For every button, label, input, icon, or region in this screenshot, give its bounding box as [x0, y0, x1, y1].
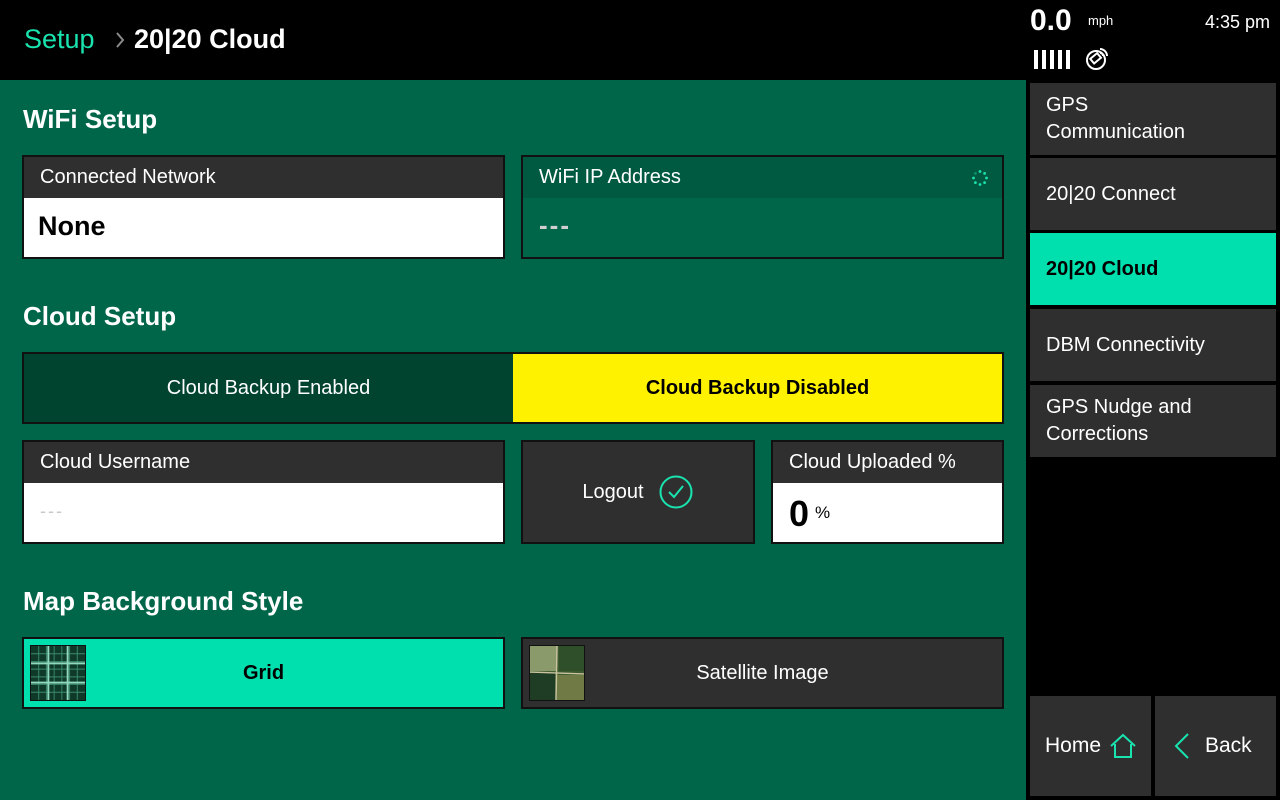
connected-network-value: None: [38, 211, 106, 241]
side-navigation: GPS Communication 20|20 Connect 20|20 Cl…: [1026, 80, 1280, 800]
back-button[interactable]: Back: [1155, 696, 1276, 796]
check-circle-icon: [659, 475, 693, 509]
cloud-uploaded-label: Cloud Uploaded %: [773, 442, 1002, 483]
wifi-ip-value: ---: [539, 210, 571, 240]
nav-label-line2: Corrections: [1046, 423, 1149, 445]
speed-value: 0.0: [1030, 4, 1072, 37]
logout-button[interactable]: Logout: [521, 440, 755, 544]
cloud-backup-enabled-button[interactable]: Cloud Backup Enabled: [24, 354, 513, 422]
map-satellite-label: Satellite Image: [696, 661, 829, 684]
loading-spinner-icon: [972, 170, 988, 186]
satellite-icon: [1086, 48, 1108, 70]
wifi-ip-field: WiFi IP Address ---: [521, 155, 1004, 259]
cloud-username-body[interactable]: ---: [24, 483, 503, 542]
status-area: 0.0 mph 4:35 pm: [1026, 0, 1280, 80]
cloud-uploaded-body: 0 %: [773, 483, 1002, 542]
cloud-backup-toggle: Cloud Backup Enabled Cloud Backup Disabl…: [22, 352, 1004, 424]
nav-label: DBM Connectivity: [1046, 333, 1205, 356]
page-title: 20|20 Cloud: [134, 24, 286, 54]
home-button[interactable]: Home: [1030, 696, 1151, 796]
wifi-ip-label: WiFi IP Address: [523, 157, 1002, 198]
logout-label: Logout: [582, 480, 644, 503]
map-grid-button[interactable]: Grid: [22, 637, 505, 709]
home-icon: [1110, 733, 1136, 758]
cloud-uploaded-unit: %: [815, 503, 831, 522]
map-grid-label: Grid: [242, 661, 285, 684]
header-bar: Setup 20|20 Cloud: [0, 0, 1026, 80]
nav-item-gps-communication[interactable]: GPS Communication: [1030, 83, 1276, 155]
nav-item-gps-nudge[interactable]: GPS Nudge and Corrections: [1030, 385, 1276, 457]
chevron-right-icon: [116, 32, 125, 48]
cloud-uploaded-value: 0: [789, 493, 810, 534]
cloud-setup-title: Cloud Setup: [23, 301, 177, 331]
main-panel: WiFi Setup Connected Network None WiFi I…: [0, 80, 1026, 800]
signal-bars-icon: [1034, 50, 1070, 69]
nav-label: 20|20 Connect: [1046, 182, 1176, 205]
breadcrumb-setup[interactable]: Setup: [24, 24, 95, 55]
speed-unit: mph: [1088, 13, 1114, 28]
nav-label-line1: GPS: [1046, 94, 1089, 116]
home-label: Home: [1045, 734, 1102, 757]
cloud-backup-disabled-button[interactable]: Cloud Backup Disabled: [513, 354, 1002, 422]
cloud-username-field[interactable]: Cloud Username ---: [22, 440, 505, 544]
grid-map-thumbnail-icon: [30, 645, 86, 701]
connected-network-body: None: [24, 198, 503, 257]
connected-network-field: Connected Network None: [22, 155, 505, 259]
wifi-setup-title: WiFi Setup: [23, 104, 158, 134]
chevron-left-icon: [1174, 733, 1189, 759]
back-label: Back: [1205, 734, 1252, 757]
nav-label: 20|20 Cloud: [1046, 257, 1159, 280]
connected-network-label: Connected Network: [24, 157, 503, 198]
nav-label-line1: GPS Nudge and: [1046, 396, 1192, 418]
cloud-uploaded-field: Cloud Uploaded % 0 %: [771, 440, 1004, 544]
map-background-title: Map Background Style: [23, 586, 304, 616]
cloud-username-value: ---: [40, 501, 64, 521]
clock: 4:35 pm: [1204, 12, 1270, 32]
nav-item-2020-connect[interactable]: 20|20 Connect: [1030, 158, 1276, 230]
nav-item-dbm-connectivity[interactable]: DBM Connectivity: [1030, 309, 1276, 381]
cloud-username-label: Cloud Username: [24, 442, 503, 483]
satellite-map-thumbnail-icon: [529, 645, 585, 701]
nav-label-line2: Communication: [1046, 121, 1185, 143]
wifi-ip-body: ---: [523, 198, 1002, 257]
map-satellite-button[interactable]: Satellite Image: [521, 637, 1004, 709]
nav-item-2020-cloud[interactable]: 20|20 Cloud: [1030, 233, 1276, 305]
